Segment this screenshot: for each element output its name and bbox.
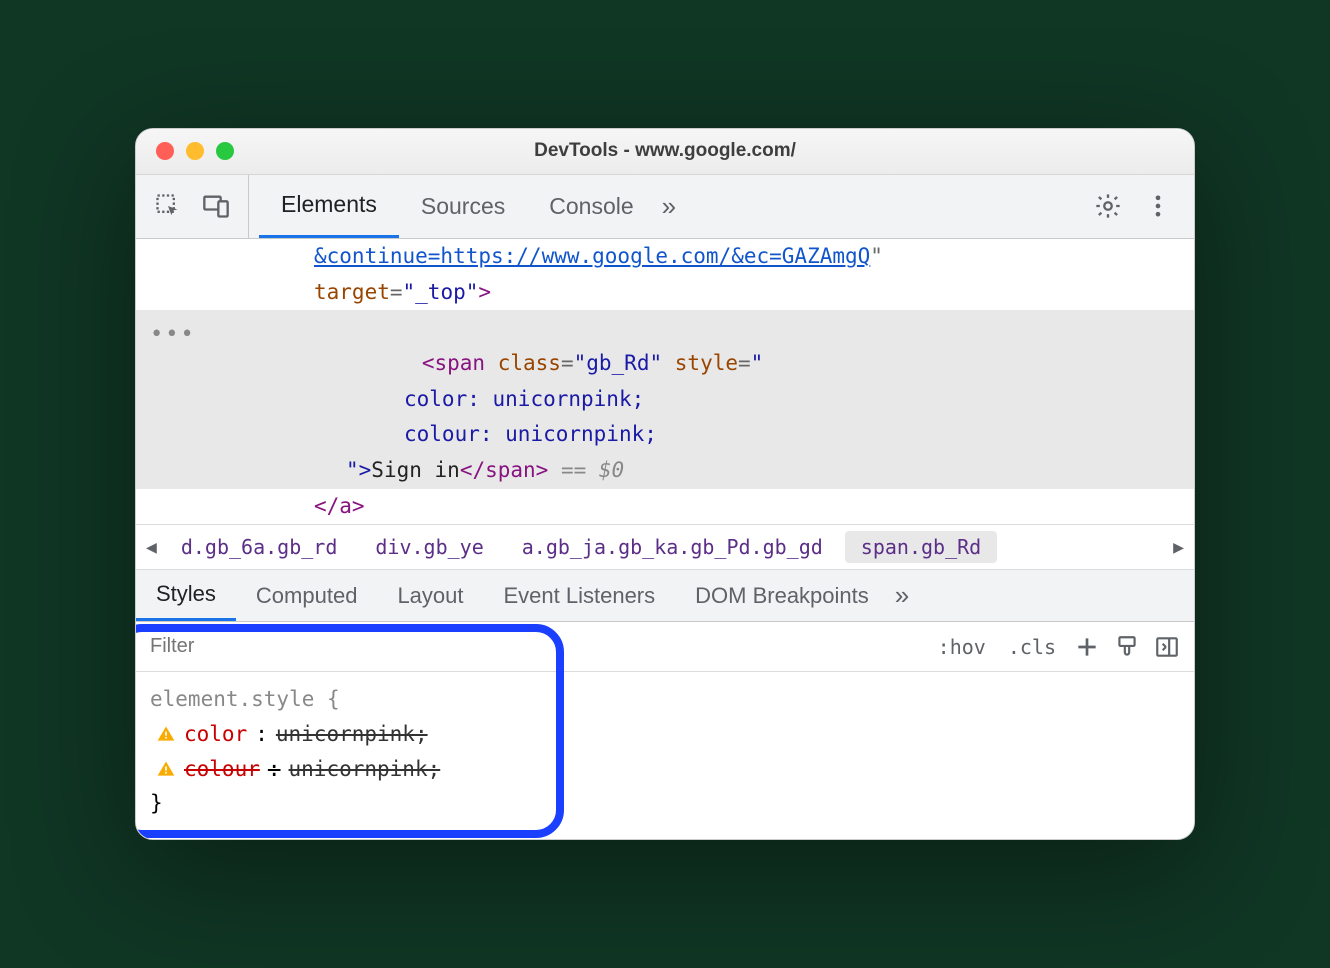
styles-filter-bar: :hov .cls (136, 622, 1194, 672)
inspect-element-icon[interactable] (154, 192, 182, 220)
dom-line[interactable]: target="_top"> (136, 275, 1194, 311)
toggle-sidebar-icon[interactable] (1154, 634, 1180, 660)
warning-icon (156, 759, 176, 779)
css-property-value[interactable]: unicornpink; (289, 752, 441, 787)
dom-line[interactable]: color: unicornpink; (136, 382, 1194, 418)
new-style-rule-icon[interactable] (1074, 634, 1100, 660)
dom-tree[interactable]: &continue=https://www.google.com/&ec=GAZ… (136, 239, 1194, 525)
paint-brush-icon[interactable] (1114, 634, 1140, 660)
dom-line[interactable]: colour: unicornpink; (136, 417, 1194, 453)
expand-ellipsis-icon[interactable]: ••• (150, 316, 196, 353)
breadcrumb-left-icon[interactable]: ◀ (144, 537, 159, 558)
settings-icon[interactable] (1094, 192, 1122, 220)
css-property-name[interactable]: colour (184, 752, 260, 787)
tab-sources[interactable]: Sources (399, 175, 527, 238)
titlebar: DevTools - www.google.com/ (136, 129, 1194, 175)
dom-line[interactable]: </a> (136, 489, 1194, 525)
dom-breadcrumbs: ◀ d.gb_6a.gb_rd div.gb_ye a.gb_ja.gb_ka.… (136, 524, 1194, 570)
minimize-window-button[interactable] (186, 142, 204, 160)
dom-selected-node[interactable]: •••<span class="gb_Rd" style=" (136, 310, 1194, 381)
close-window-button[interactable] (156, 142, 174, 160)
window-title: DevTools - www.google.com/ (136, 140, 1194, 162)
breadcrumb-item[interactable]: a.gb_ja.gb_ka.gb_Pd.gb_gd (506, 531, 839, 563)
style-rule-selector[interactable]: element.style { (150, 682, 1180, 717)
dom-line[interactable]: ">Sign in</span> == $0 (136, 453, 1194, 489)
warning-icon (156, 724, 176, 744)
dom-line[interactable]: &continue=https://www.google.com/&ec=GAZ… (136, 239, 1194, 275)
main-tabs: Elements Sources Console » (249, 175, 1094, 238)
more-tabs-icon[interactable]: » (656, 175, 682, 238)
css-property-value[interactable]: unicornpink; (276, 717, 428, 752)
tab-elements[interactable]: Elements (259, 175, 399, 238)
subtab-styles[interactable]: Styles (136, 570, 236, 621)
styles-subtabs: Styles Computed Layout Event Listeners D… (136, 570, 1194, 622)
hov-toggle-button[interactable]: :hov (934, 633, 990, 661)
device-toolbar-icon[interactable] (202, 192, 230, 220)
subtab-dom-breakpoints[interactable]: DOM Breakpoints (675, 570, 889, 621)
devtools-window: DevTools - www.google.com/ Elements Sour… (135, 128, 1195, 840)
maximize-window-button[interactable] (216, 142, 234, 160)
main-toolbar: Elements Sources Console » (136, 175, 1194, 239)
breadcrumb-item[interactable]: d.gb_6a.gb_rd (165, 531, 354, 563)
css-property-name[interactable]: color (184, 717, 247, 752)
subtab-layout[interactable]: Layout (377, 570, 483, 621)
cls-toggle-button[interactable]: .cls (1004, 633, 1060, 661)
breadcrumb-right-icon[interactable]: ▶ (1171, 537, 1186, 558)
breadcrumb-item[interactable]: div.gb_ye (359, 531, 499, 563)
breadcrumb-item-selected[interactable]: span.gb_Rd (845, 531, 997, 563)
more-subtabs-icon[interactable]: » (889, 570, 915, 621)
styles-pane[interactable]: element.style { color: unicornpink;colou… (136, 672, 1194, 839)
style-rule-close-brace: } (150, 786, 1180, 821)
subtab-computed[interactable]: Computed (236, 570, 378, 621)
style-declaration-row[interactable]: colour: unicornpink; (150, 752, 1180, 787)
tab-console[interactable]: Console (527, 175, 655, 238)
style-declaration-row[interactable]: color: unicornpink; (150, 717, 1180, 752)
styles-filter-input[interactable] (150, 635, 934, 658)
subtab-event-listeners[interactable]: Event Listeners (484, 570, 676, 621)
traffic-lights (136, 142, 234, 160)
kebab-menu-icon[interactable] (1144, 192, 1172, 220)
